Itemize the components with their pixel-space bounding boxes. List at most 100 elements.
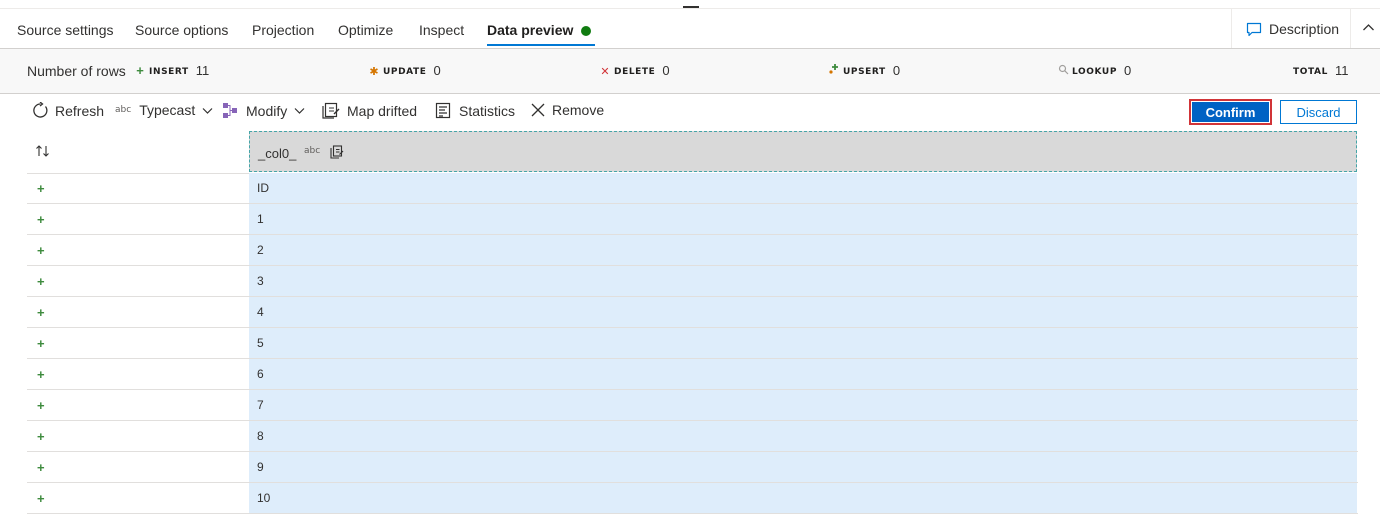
cell-value: 2 <box>257 243 264 257</box>
map-drifted-icon[interactable] <box>330 145 344 159</box>
typecast-label: Typecast <box>139 102 196 118</box>
stat-lookup-value: 0 <box>1124 63 1132 78</box>
asterisk-icon: ✱ <box>369 66 379 78</box>
table-row[interactable]: +4 <box>27 297 1358 328</box>
table-cell[interactable]: 4 <box>249 297 1357 327</box>
status-dot-icon <box>581 26 592 36</box>
description-button[interactable]: Description <box>1231 9 1351 48</box>
cell-value: 6 <box>257 367 264 381</box>
table-cell[interactable]: 10 <box>249 483 1357 513</box>
stat-upsert-label: UPSERT <box>843 67 886 77</box>
table-row[interactable]: +7 <box>27 390 1358 421</box>
search-icon <box>1057 63 1069 78</box>
remove-label: Remove <box>552 102 605 118</box>
table-cell[interactable]: 5 <box>249 328 1357 358</box>
insert-marker-icon: + <box>37 398 45 413</box>
close-icon <box>531 103 545 117</box>
insert-marker-icon: + <box>37 367 45 382</box>
cell-value: 1 <box>257 212 264 226</box>
cell-value: 4 <box>257 305 264 319</box>
grid-header-rowcol <box>27 131 249 174</box>
stat-insert: + INSERT 11 <box>134 63 209 78</box>
modify-icon <box>223 103 237 118</box>
statistics-label: Statistics <box>459 102 516 119</box>
tab-bar: Source settings Source options Projectio… <box>0 9 1380 49</box>
chevron-down-icon <box>294 108 305 114</box>
tab-data-preview-label: Data preview <box>487 22 574 38</box>
map-drifted-icon <box>322 102 340 119</box>
x-icon: ✕ <box>600 66 610 78</box>
table-row[interactable]: +6 <box>27 359 1358 390</box>
toolbar: Refresh abc Typecast Modify Map drifted … <box>0 94 1380 130</box>
table-cell[interactable]: 2 <box>249 235 1357 265</box>
cell-value: ID <box>257 181 269 195</box>
stat-delete: ✕ DELETE 0 <box>599 63 670 78</box>
tab-source-options[interactable]: Source options <box>135 22 228 38</box>
row-stats-bar: Number of rows + INSERT 11 ✱ UPDATE 0 ✕ DELET… <box>0 49 1380 94</box>
table-row[interactable]: + ID <box>27 173 1358 204</box>
map-drifted-button[interactable]: Map drifted <box>322 102 417 119</box>
table-cell[interactable]: 6 <box>249 359 1357 389</box>
cell-value: 5 <box>257 336 264 350</box>
table-cell[interactable]: 9 <box>249 452 1357 482</box>
stat-lookup-label: LOOKUP <box>1072 67 1118 77</box>
statistics-button[interactable]: Statistics <box>435 102 515 119</box>
table-row[interactable]: +9 <box>27 452 1358 483</box>
discard-button[interactable]: Discard <box>1280 100 1357 124</box>
table-cell[interactable]: 1 <box>249 204 1357 234</box>
map-drifted-label: Map drifted <box>347 102 418 119</box>
cell-value: 3 <box>257 274 264 288</box>
statistics-icon <box>435 102 451 119</box>
remove-button[interactable]: Remove <box>530 102 604 118</box>
tab-inspect[interactable]: Inspect <box>419 22 464 38</box>
insert-marker-icon: + <box>37 274 45 289</box>
table-cell[interactable]: 8 <box>249 421 1357 451</box>
active-tab-indicator <box>487 44 595 46</box>
stat-delete-value: 0 <box>662 63 670 78</box>
stat-upsert: UPSERT 0 <box>828 63 900 78</box>
cell-value: 8 <box>257 429 264 443</box>
table-row[interactable]: +10 <box>27 483 1358 514</box>
table-cell[interactable]: 7 <box>249 390 1357 420</box>
insert-marker-icon: + <box>37 212 45 227</box>
upsert-icon <box>828 63 840 78</box>
table-row[interactable]: +8 <box>27 421 1358 452</box>
insert-marker-icon: + <box>37 429 45 444</box>
confirm-button[interactable]: Confirm <box>1189 99 1272 125</box>
modify-dropdown[interactable]: Modify <box>222 102 305 119</box>
insert-marker-icon: + <box>37 243 45 258</box>
stat-lookup: LOOKUP 0 <box>1057 63 1131 78</box>
table-row[interactable]: +3 <box>27 266 1358 297</box>
plus-icon: + <box>136 63 144 78</box>
refresh-icon <box>33 102 48 118</box>
tab-data-preview[interactable]: Data preview <box>487 22 592 38</box>
tab-source-settings[interactable]: Source settings <box>17 22 114 38</box>
stat-update-label: UPDATE <box>383 67 427 77</box>
cell-value: 10 <box>257 491 271 505</box>
insert-marker-icon: + <box>37 491 45 506</box>
chat-bubble-icon <box>1246 22 1262 37</box>
refresh-label: Refresh <box>55 102 105 119</box>
collapse-button[interactable] <box>1362 21 1375 39</box>
table-row[interactable]: +2 <box>27 235 1358 266</box>
tab-optimize[interactable]: Optimize <box>338 22 393 38</box>
stat-upsert-value: 0 <box>892 63 901 78</box>
typecast-dropdown[interactable]: abc Typecast <box>115 102 213 118</box>
tab-projection[interactable]: Projection <box>252 22 314 38</box>
table-cell[interactable]: 3 <box>249 266 1357 296</box>
column-name: _col0_ <box>258 146 297 161</box>
table-row[interactable]: +1 <box>27 204 1358 235</box>
stat-insert-value: 11 <box>195 63 210 78</box>
insert-marker-icon: + <box>37 336 45 351</box>
stat-insert-label: INSERT <box>149 67 189 77</box>
table-row[interactable]: +5 <box>27 328 1358 359</box>
sort-icon[interactable] <box>35 144 51 158</box>
chevron-up-icon <box>1363 24 1374 31</box>
modify-label: Modify <box>246 102 288 119</box>
abc-type-icon: abc <box>115 105 132 115</box>
refresh-button[interactable]: Refresh <box>32 102 104 119</box>
rows-count-label: Number of rows <box>27 63 126 79</box>
insert-marker-icon: + <box>37 460 45 475</box>
column-header-col0[interactable]: _col0_ abc <box>249 131 1357 172</box>
table-cell[interactable]: ID <box>249 173 1357 203</box>
